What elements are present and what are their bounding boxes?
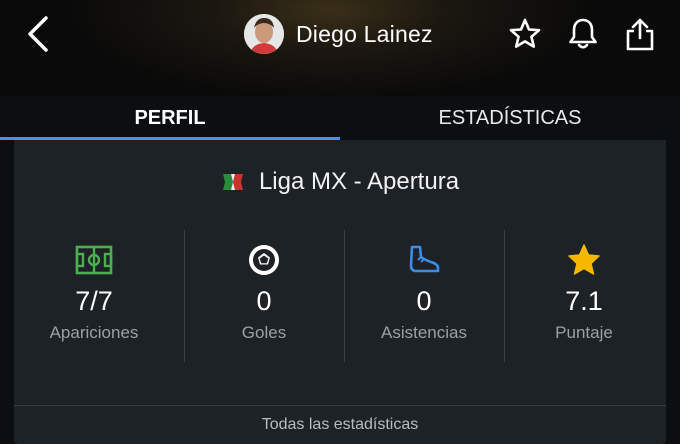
pitch-icon	[75, 245, 113, 275]
league-name: Liga MX - Apertura	[258, 168, 460, 195]
avatar	[244, 14, 284, 54]
divider	[14, 405, 666, 406]
bell-icon	[569, 18, 597, 49]
favorite-button[interactable]	[507, 14, 543, 54]
tab-estadisticas[interactable]: ESTADÍSTICAS	[340, 96, 680, 140]
stat-assists: 0 Asistencias	[344, 230, 504, 360]
boot-icon	[409, 245, 440, 273]
stat-appearances: 7/7 Apariciones	[14, 230, 174, 360]
player-header: Diego Lainez	[244, 14, 433, 54]
all-stats-link[interactable]: Todas las estadísticas	[14, 416, 666, 434]
notifications-button[interactable]	[565, 14, 601, 54]
stat-label: Goles	[241, 323, 287, 342]
stat-rating: 7.1 Puntaje	[504, 230, 664, 360]
stats-card: Liga MX - Apertura 7/7 Apariciones 0 Gol…	[14, 140, 666, 444]
stat-value: 7.1	[565, 286, 603, 316]
stat-label: Asistencias	[381, 323, 467, 342]
share-icon	[626, 18, 654, 51]
top-bar: Diego Lainez	[0, 0, 680, 96]
star-outline-icon	[509, 18, 541, 48]
stat-value: 0	[256, 286, 272, 316]
stat-value: 0	[416, 286, 432, 316]
soccer-ball-icon	[249, 245, 279, 275]
stat-goals: 0 Goles	[184, 230, 344, 360]
star-filled-icon	[568, 244, 600, 275]
back-button[interactable]	[22, 14, 58, 54]
tab-bar: PERFIL ESTADÍSTICAS	[0, 96, 680, 140]
tab-perfil[interactable]: PERFIL	[0, 96, 340, 140]
chevron-left-icon	[28, 16, 48, 52]
liga-mx-logo-icon	[222, 174, 243, 190]
stat-label: Puntaje	[555, 323, 613, 342]
stat-label: Apariciones	[49, 323, 139, 342]
player-name: Diego Lainez	[296, 20, 433, 47]
league-header: Liga MX - Apertura	[14, 168, 666, 196]
share-button[interactable]	[622, 14, 658, 54]
stat-value: 7/7	[75, 286, 113, 316]
